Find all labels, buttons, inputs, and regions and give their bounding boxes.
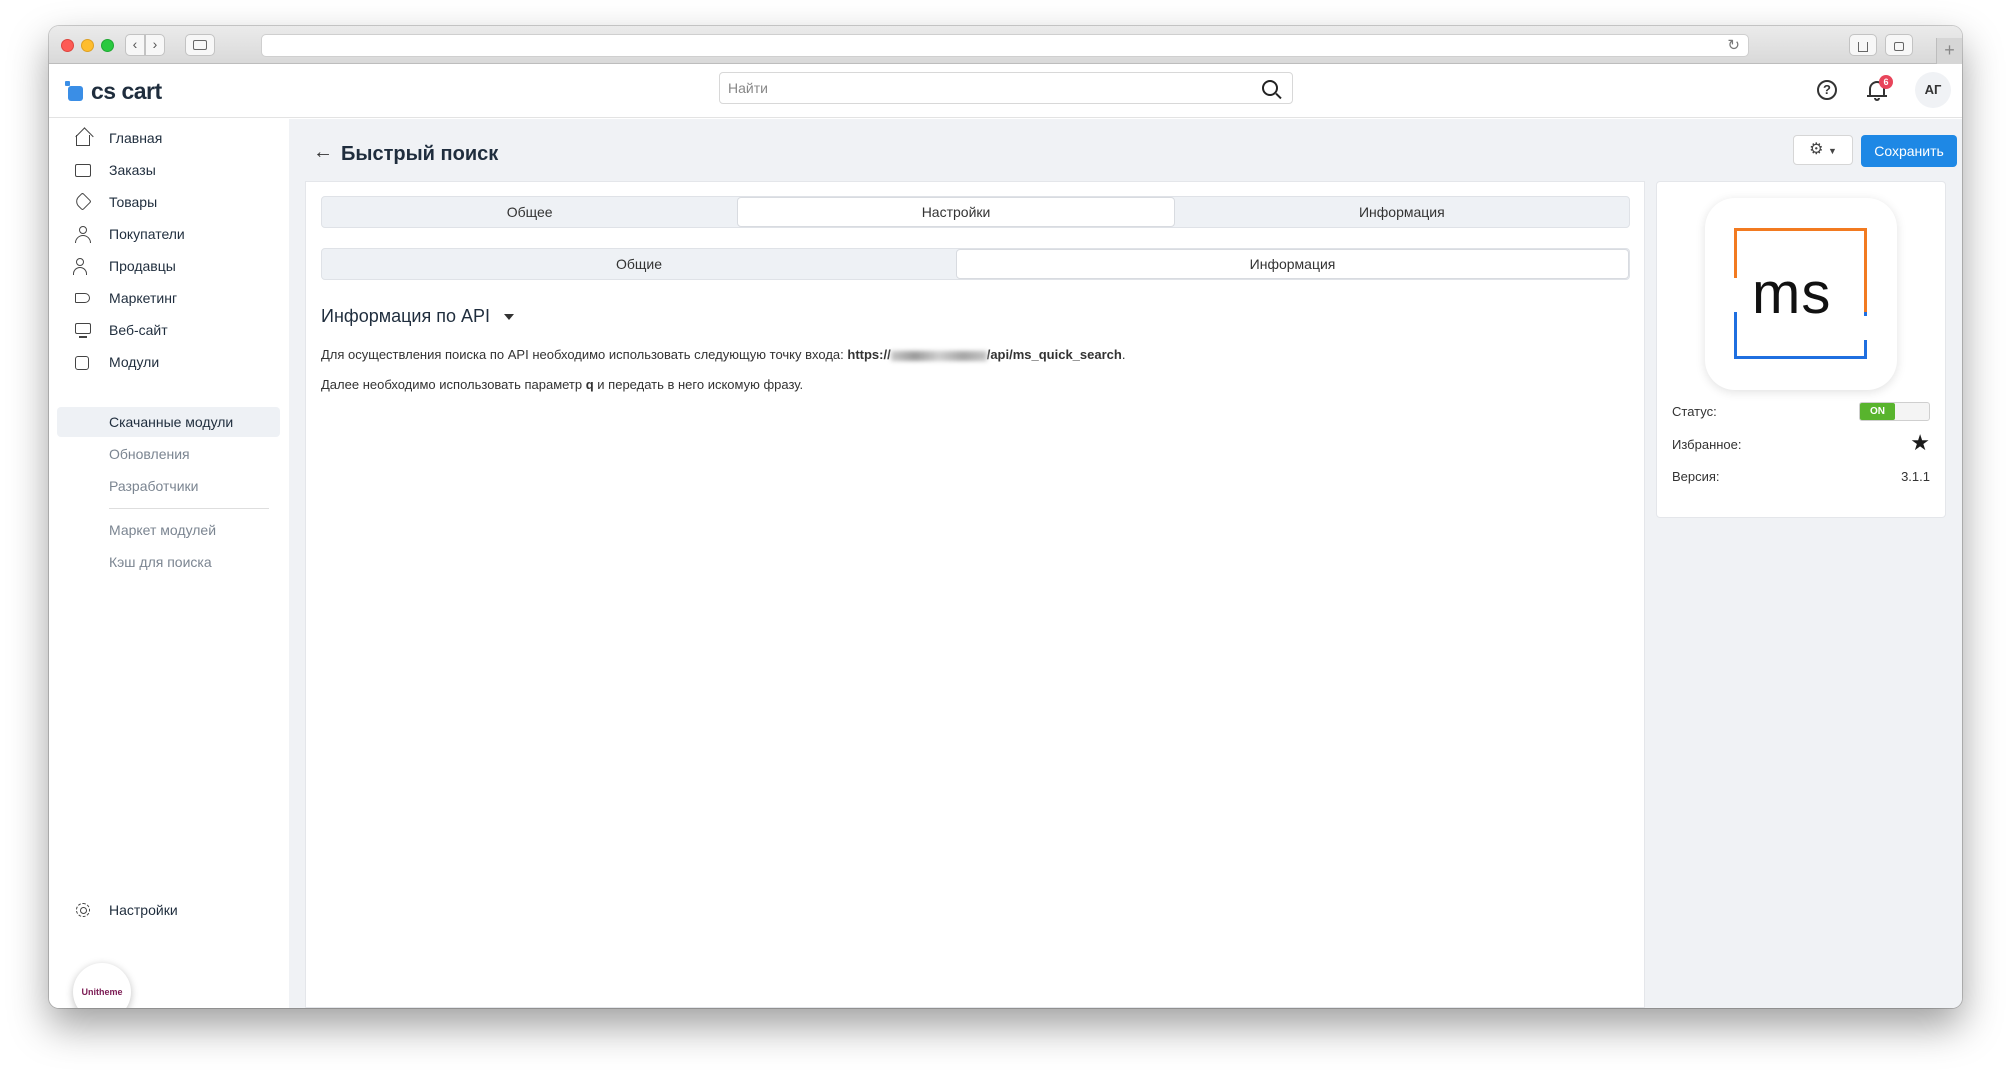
version-value: 3.1.1 xyxy=(1901,469,1930,484)
main-tabs: Общее Настройки Информация xyxy=(321,196,1630,228)
param-description-after: и передать в него искомую фразу. xyxy=(593,377,804,392)
user-avatar[interactable]: АГ xyxy=(1915,72,1951,108)
back-button[interactable]: ‹ xyxy=(125,34,145,56)
api-section-header[interactable]: Информация по API xyxy=(321,306,514,327)
browser-toolbar: ‹ › ↻ + xyxy=(49,26,1962,64)
users-icon xyxy=(73,256,93,276)
favorite-label: Избранное: xyxy=(1672,437,1742,452)
sidebar-subitem-developers[interactable]: Разработчики xyxy=(57,471,280,501)
tabs-icon xyxy=(1894,42,1904,51)
sidebar-icon xyxy=(193,40,207,50)
share-button[interactable] xyxy=(1849,34,1877,56)
search-input[interactable] xyxy=(720,73,1220,103)
status-label: Статус: xyxy=(1672,404,1717,419)
sidebar-item-orders[interactable]: Заказы xyxy=(57,155,280,185)
sidebar-item-settings[interactable]: Настройки xyxy=(57,895,280,925)
settings-dropdown-button[interactable]: ⚙ ▼ xyxy=(1793,135,1853,165)
api-endpoint-description: Для осуществления поиска по API необходи… xyxy=(321,347,848,362)
sub-tabs: Общие Информация xyxy=(321,248,1630,280)
tab-settings[interactable]: Настройки xyxy=(737,197,1175,227)
sidebar-subitem-updates[interactable]: Обновления xyxy=(57,439,280,469)
caret-down-icon xyxy=(503,314,514,321)
api-endpoint-text: Для осуществления поиска по API необходи… xyxy=(321,347,1125,362)
search-icon[interactable] xyxy=(1262,80,1278,96)
sidebar-subitem-search-cache[interactable]: Кэш для поиска xyxy=(57,547,280,577)
app-header: cs cart ? 6 АГ xyxy=(49,64,1962,118)
logo-text: cs cart xyxy=(91,77,162,104)
api-url-prefix: https:// xyxy=(847,347,891,362)
maximize-window-button[interactable] xyxy=(101,39,114,52)
blurred-domain xyxy=(890,350,987,361)
sidebar: Главная Заказы Товары Покупатели Продавц… xyxy=(49,119,289,1008)
tab-information[interactable]: Информация xyxy=(1175,197,1629,227)
reload-icon[interactable]: ↻ xyxy=(1727,36,1740,54)
version-label: Версия: xyxy=(1672,469,1720,484)
inbox-icon xyxy=(73,160,93,180)
notifications-badge: 6 xyxy=(1879,75,1893,89)
main-content: ← Быстрый поиск ⚙ ▼ Сохранить Общее Наст… xyxy=(289,119,1962,1008)
cs-cart-logo[interactable]: cs cart xyxy=(65,78,162,104)
page-title: Быстрый поиск xyxy=(341,143,499,165)
sidebar-item-home[interactable]: Главная xyxy=(57,123,280,153)
unitheme-logo[interactable]: Unitheme xyxy=(73,963,131,1008)
minimize-window-button[interactable] xyxy=(81,39,94,52)
addon-logo: ms xyxy=(1705,198,1897,390)
chevron-down-icon: ▼ xyxy=(1827,146,1837,156)
addon-logo-text: ms xyxy=(1752,261,1832,326)
subtab-general[interactable]: Общие xyxy=(322,249,956,279)
tag-icon xyxy=(73,192,93,212)
back-arrow-icon[interactable]: ← xyxy=(313,141,333,164)
sidebar-item-label: Покупатели xyxy=(109,226,185,242)
addon-settings-panel: Общее Настройки Информация Общие Информа… xyxy=(305,181,1645,1008)
text-period: . xyxy=(1121,347,1126,362)
api-url-path: /api/ms_quick_search xyxy=(986,347,1122,362)
sidebar-item-label: Товары xyxy=(109,194,158,210)
megaphone-icon xyxy=(73,288,93,308)
sidebar-item-label: Заказы xyxy=(109,162,156,178)
address-bar[interactable]: ↻ xyxy=(261,34,1749,57)
share-icon xyxy=(1858,42,1868,52)
addon-info-card: ms Статус: ON Избранное: ★ Версия: 3.1.1 xyxy=(1656,181,1946,518)
sidebar-toggle-button[interactable] xyxy=(185,34,215,56)
monitor-icon xyxy=(73,320,93,340)
sidebar-item-marketing[interactable]: Маркетинг xyxy=(57,283,280,313)
help-icon[interactable]: ? xyxy=(1817,80,1837,100)
sidebar-item-label: Модули xyxy=(109,354,160,370)
sidebar-item-website[interactable]: Веб-сайт xyxy=(57,315,280,345)
sidebar-item-label: Маркетинг xyxy=(109,290,178,306)
sidebar-item-vendors[interactable]: Продавцы xyxy=(57,251,280,281)
sidebar-item-label: Веб-сайт xyxy=(109,322,168,338)
new-tab-button[interactable]: + xyxy=(1936,38,1962,64)
logo-mark-icon xyxy=(65,81,85,101)
home-icon xyxy=(73,128,93,148)
sidebar-item-modules[interactable]: Модули xyxy=(57,347,280,377)
tab-general[interactable]: Общее xyxy=(322,197,737,227)
save-button[interactable]: Сохранить xyxy=(1861,135,1957,167)
sidebar-item-products[interactable]: Товары xyxy=(57,187,280,217)
browser-window: ‹ › ↻ + cs cart ? 6 АГ xyxy=(49,26,1962,1008)
forward-button[interactable]: › xyxy=(145,34,165,56)
sidebar-item-label: Настройки xyxy=(109,902,178,918)
subtab-information[interactable]: Информация xyxy=(956,249,1629,279)
sidebar-item-customers[interactable]: Покупатели xyxy=(57,219,280,249)
status-toggle[interactable]: ON xyxy=(1859,402,1930,421)
section-title: Информация по API xyxy=(321,306,490,326)
status-on-label: ON xyxy=(1860,403,1895,420)
gear-icon: ⚙ xyxy=(1809,141,1824,158)
user-icon xyxy=(73,224,93,244)
api-param-text: Далее необходимо использовать параметр q… xyxy=(321,377,803,392)
puzzle-icon xyxy=(73,352,93,372)
search-box[interactable] xyxy=(719,72,1293,104)
sidebar-divider xyxy=(109,508,269,509)
star-icon[interactable]: ★ xyxy=(1910,430,1930,456)
tabs-overview-button[interactable] xyxy=(1885,34,1913,56)
sidebar-item-label: Главная xyxy=(109,130,163,146)
sidebar-subitem-downloaded-modules[interactable]: Скачанные модули xyxy=(57,407,280,437)
param-description-before: Далее необходимо использовать параметр xyxy=(321,377,586,392)
close-window-button[interactable] xyxy=(61,39,74,52)
param-name: q xyxy=(585,377,594,392)
sidebar-subitem-module-market[interactable]: Маркет модулей xyxy=(57,515,280,545)
sidebar-item-label: Продавцы xyxy=(109,258,176,274)
gear-icon xyxy=(73,900,93,920)
